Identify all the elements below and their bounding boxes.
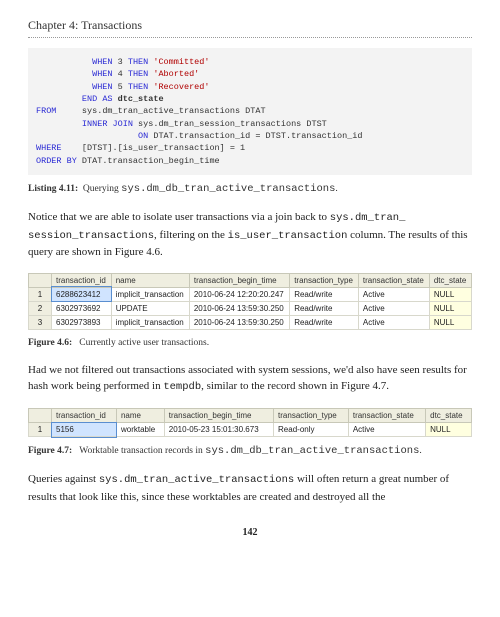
figure-caption-47: Figure 4.7: Worktable transaction record…: [28, 445, 472, 457]
figure-caption-46: Figure 4.6: Currently active user transa…: [28, 338, 472, 348]
page-number: 142: [28, 527, 472, 538]
table-header-row: transaction_id name transaction_begin_ti…: [29, 273, 472, 287]
table-row: 1 6288623412 implicit_transaction 2010-0…: [29, 287, 472, 301]
table-header-row: transaction_id name transaction_begin_ti…: [29, 409, 472, 423]
results-table-47: transaction_id name transaction_begin_ti…: [28, 408, 472, 437]
divider: [28, 37, 472, 38]
table-row: 2 6302973692 UPDATE 2010-06-24 13:59:30.…: [29, 301, 472, 315]
paragraph-2: Had we not filtered out transactions ass…: [28, 362, 472, 396]
table-row: 1 5156 worktable 2010-05-23 15:01:30.673…: [29, 423, 472, 437]
table-row: 3 6302973893 implicit_transaction 2010-0…: [29, 315, 472, 329]
page: Chapter 4: Transactions WHEN 3 THEN 'Com…: [0, 0, 500, 558]
results-table-46: transaction_id name transaction_begin_ti…: [28, 273, 472, 330]
kw-when: WHEN: [92, 57, 112, 67]
sql-code-block: WHEN 3 THEN 'Committed' WHEN 4 THEN 'Abo…: [28, 48, 472, 175]
chapter-title: Chapter 4: Transactions: [28, 18, 472, 33]
paragraph-3: Queries against sys.dm_tran_active_trans…: [28, 471, 472, 505]
listing-caption: Listing 4.11: Querying sys.dm_db_tran_ac…: [28, 183, 472, 195]
paragraph-1: Notice that we are able to isolate user …: [28, 209, 472, 261]
